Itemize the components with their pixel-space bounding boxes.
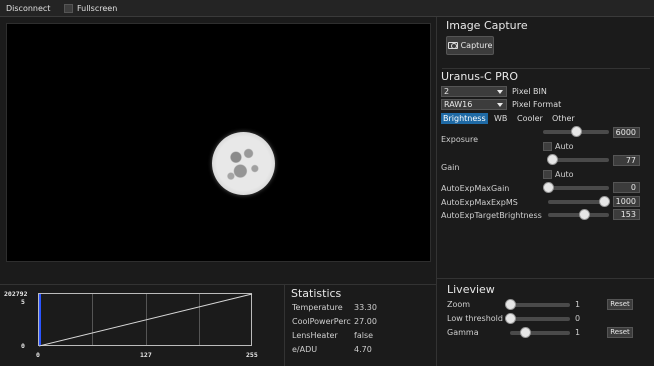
auto-exp-max-gain-label: AutoExpMaxGain xyxy=(441,184,510,193)
auto-exp-max-exp-ms-value[interactable]: 1000 xyxy=(613,196,640,207)
stat-value-eadu: 4.70 xyxy=(354,345,372,354)
panel-divider-horizontal xyxy=(0,284,436,285)
liveview-zoom-slider[interactable] xyxy=(504,299,570,310)
exposure-auto-label: Auto xyxy=(555,142,574,151)
gain-value[interactable]: 77 xyxy=(613,155,640,166)
auto-exp-max-gain-knob[interactable] xyxy=(542,182,554,193)
stat-value-temperature: 33.30 xyxy=(354,303,377,312)
statistics-title: Statistics xyxy=(291,287,342,300)
stat-label-eadu: e/ADU xyxy=(292,345,318,354)
moon-image xyxy=(212,132,275,195)
tab-other[interactable]: Other xyxy=(550,113,577,124)
histogram-y-bottom-tick: 0 xyxy=(21,342,25,350)
auto-exp-target-brightness-knob[interactable] xyxy=(579,209,591,220)
liveview-zoom-value: 1 xyxy=(575,300,581,309)
stat-label-lensheater: LensHeater xyxy=(292,331,338,340)
tab-wb[interactable]: WB xyxy=(492,113,509,124)
histogram-x-tick: 127 xyxy=(140,351,152,359)
gain-label: Gain xyxy=(441,163,460,172)
exposure-value[interactable]: 6000 xyxy=(613,127,640,138)
stat-value-coolpower: 27.00 xyxy=(354,317,377,326)
auto-exp-max-exp-ms-slider[interactable] xyxy=(548,196,610,207)
image-viewer[interactable] xyxy=(6,23,431,262)
auto-exp-target-brightness-slider[interactable] xyxy=(548,209,609,220)
histogram-plot xyxy=(39,294,253,347)
histogram-chart xyxy=(38,293,253,347)
liveview-low-threshold-value: 0 xyxy=(575,314,581,323)
liveview-gamma-label: Gamma xyxy=(447,328,479,337)
section-divider-capture xyxy=(442,68,650,69)
pixel-bin-label: Pixel BIN xyxy=(512,87,547,96)
fullscreen-checkbox[interactable] xyxy=(64,4,73,13)
image-capture-title: Image Capture xyxy=(446,19,528,32)
auto-exp-target-brightness-value[interactable]: 153 xyxy=(613,209,640,220)
histogram-curve xyxy=(39,294,253,347)
stat-label-temperature: Temperature xyxy=(292,303,343,312)
liveview-low-threshold-knob[interactable] xyxy=(504,313,516,324)
disconnect-button[interactable]: Disconnect xyxy=(6,4,50,13)
capture-button-label: Capture xyxy=(460,41,493,50)
gain-auto-checkbox[interactable] xyxy=(543,170,552,179)
liveview-low-threshold-slider[interactable] xyxy=(504,313,570,324)
gamma-reset-button[interactable]: Reset xyxy=(607,327,633,338)
auto-exp-max-exp-ms-label: AutoExpMaxExpMS xyxy=(441,198,518,207)
panel-divider-vertical xyxy=(436,17,437,366)
pixel-bin-value: 2 xyxy=(444,87,450,96)
liveview-zoom-knob[interactable] xyxy=(504,299,516,310)
auto-exp-max-gain-slider[interactable] xyxy=(542,182,609,193)
liveview-gamma-slider[interactable] xyxy=(510,327,570,338)
histogram-x-tick: 0 xyxy=(36,351,40,359)
liveview-low-threshold-label: Low threshold xyxy=(447,314,503,323)
histogram-x-tick: 255 xyxy=(246,351,258,359)
stat-label-coolpower: CoolPowerPerc xyxy=(292,317,351,326)
exposure-slider-knob[interactable] xyxy=(570,126,582,137)
camera-title: Uranus-C PRO xyxy=(441,70,519,83)
zoom-reset-button[interactable]: Reset xyxy=(607,299,633,310)
liveview-gamma-value: 1 xyxy=(575,328,581,337)
pixel-format-value: RAW16 xyxy=(444,100,473,109)
exposure-slider[interactable] xyxy=(543,126,609,137)
pixel-format-label: Pixel Format xyxy=(512,100,562,109)
stat-value-lensheater: false xyxy=(354,331,374,340)
section-divider-liveview xyxy=(436,278,654,279)
auto-exp-max-exp-ms-knob[interactable] xyxy=(598,196,610,207)
histogram-y-max-label: 202792 xyxy=(4,290,28,298)
histogram-y-top-tick: 5 xyxy=(21,298,25,306)
exposure-label: Exposure xyxy=(441,135,479,144)
capture-button[interactable]: Capture xyxy=(446,36,494,55)
pixel-format-select[interactable]: RAW16 xyxy=(441,99,507,110)
stats-divider xyxy=(284,284,285,366)
tab-cooler[interactable]: Cooler xyxy=(515,113,545,124)
gain-slider[interactable] xyxy=(547,154,609,165)
gain-auto-label: Auto xyxy=(555,170,574,179)
chevron-down-icon xyxy=(497,90,503,94)
fullscreen-label: Fullscreen xyxy=(77,4,118,13)
gain-slider-knob[interactable] xyxy=(547,154,559,165)
liveview-gamma-knob[interactable] xyxy=(519,327,531,338)
auto-exp-max-gain-value[interactable]: 0 xyxy=(613,182,640,193)
liveview-zoom-label: Zoom xyxy=(447,300,471,309)
liveview-title: Liveview xyxy=(447,283,495,296)
chevron-down-icon xyxy=(497,103,503,107)
tab-brightness[interactable]: Brightness xyxy=(441,113,488,124)
exposure-auto-checkbox[interactable] xyxy=(543,142,552,151)
camera-icon xyxy=(447,42,458,49)
pixel-bin-select[interactable]: 2 xyxy=(441,86,507,97)
auto-exp-target-brightness-label: AutoExpTargetBrightness xyxy=(441,211,542,220)
